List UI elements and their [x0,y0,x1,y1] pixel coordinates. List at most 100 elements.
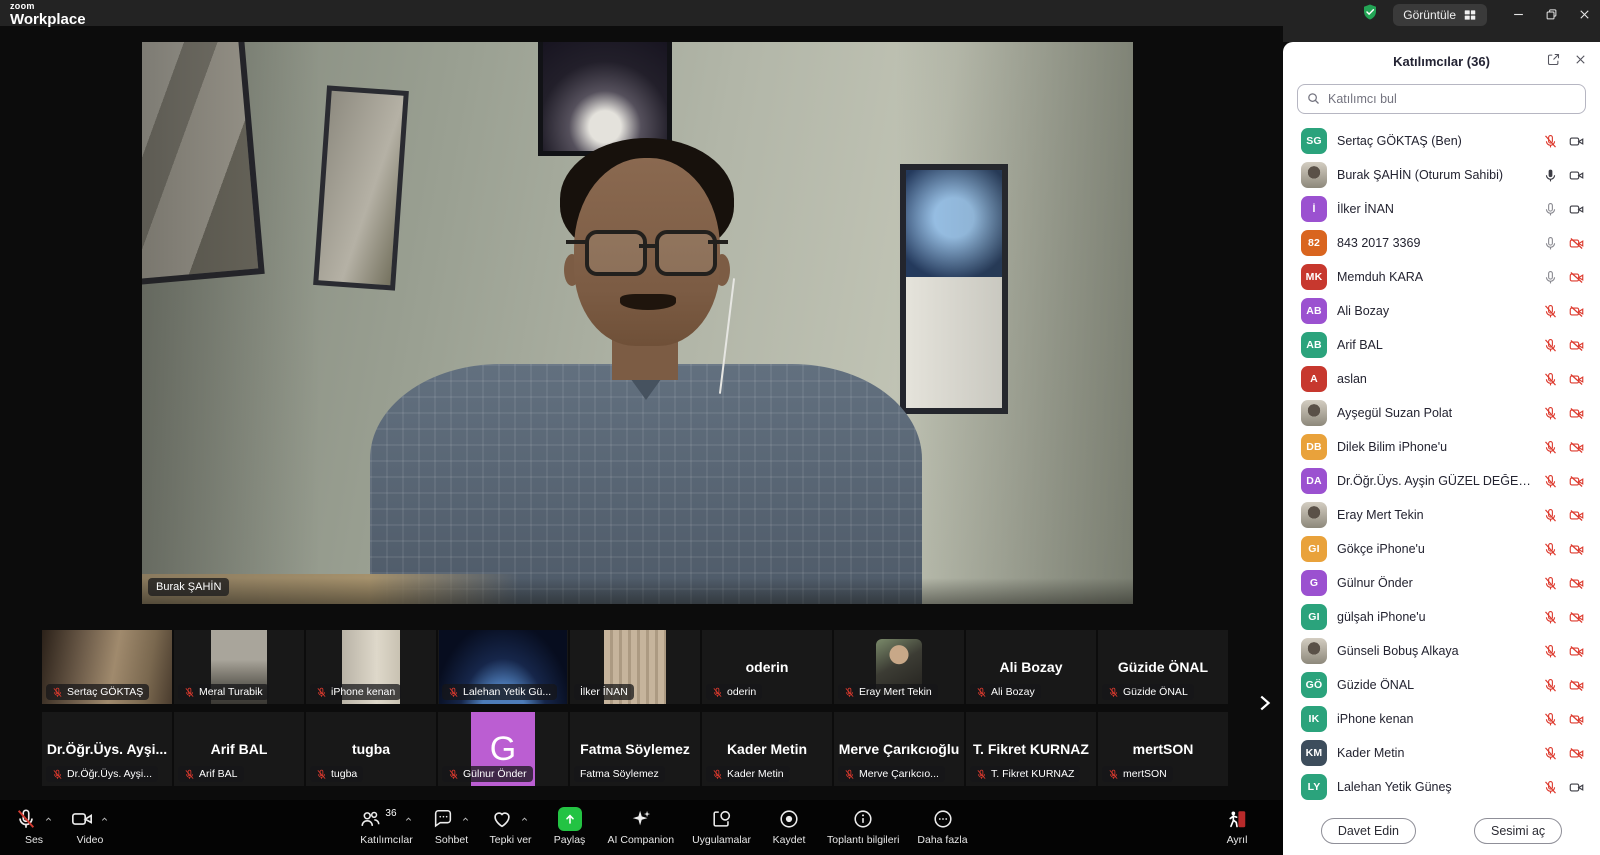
participant-row[interactable]: 82843 2017 3369 [1283,226,1600,260]
video-tile[interactable]: T. Fikret KURNAZT. Fikret KURNAZ [966,712,1096,786]
participant-avatar [1301,638,1327,664]
camera-off-icon [1569,304,1584,319]
mic-muted-icon [712,769,723,780]
glasses-lens [585,230,647,276]
video-tile[interactable]: Meral Turabik [174,630,304,704]
invite-button[interactable]: Davet Edin [1321,818,1416,844]
chat-icon [432,808,454,830]
toolbar-ai-companion[interactable]: AI Companion [608,807,675,846]
video-tile[interactable]: Sertaç GÖKTAŞ [42,630,172,704]
restore-icon[interactable] [1544,7,1559,22]
participant-avatar: DA [1301,468,1327,494]
video-tile[interactable]: Eray Mert Tekin [834,630,964,704]
video-tile[interactable]: Kader MetinKader Metin [702,712,832,786]
video-tile[interactable]: tugbatugba [306,712,436,786]
participant-row[interactable]: İİlker İNAN [1283,192,1600,226]
close-icon[interactable] [1577,7,1592,22]
video-tile[interactable]: İlker İNAN [570,630,700,704]
toolbar-record[interactable]: Kaydet [769,807,809,846]
tile-name-label: Gülnur Önder [442,766,533,782]
chat-chevron-up-icon[interactable] [460,814,471,825]
participant-name: Sertaç GÖKTAŞ (Ben) [1337,134,1533,148]
video-tile[interactable]: Arif BALArif BAL [174,712,304,786]
mic-icon [1543,236,1558,251]
participant-avatar: G [1301,570,1327,596]
participant-row[interactable]: G Gülnur Önder [1283,566,1600,600]
toolbar-reactions[interactable]: Tepki ver [490,807,532,846]
participant-row[interactable]: Ayşegül Suzan Polat [1283,396,1600,430]
mic-muted-icon [1108,687,1119,698]
participant-row[interactable]: Günseli Bobuş Alkaya [1283,634,1600,668]
video-chevron-up-icon[interactable] [99,814,110,825]
video-tile[interactable]: oderinoderin [702,630,832,704]
participant-row[interactable]: KMKader Metin [1283,736,1600,770]
audio-chevron-up-icon[interactable] [43,814,54,825]
video-tile[interactable]: Fatma SöylemezFatma Söylemez [570,712,700,786]
glasses-bridge [639,244,655,248]
participant-row[interactable]: IKiPhone kenan [1283,702,1600,736]
participant-avatar: KM [1301,740,1327,766]
participant-row[interactable]: DADr.Öğr.Üys. Ayşin GÜZEL DEĞER-M... [1283,464,1600,498]
mic-muted-icon [316,687,327,698]
participant-name: Arif BAL [1337,338,1533,352]
close-panel-icon[interactable] [1573,52,1588,67]
popout-panel-icon[interactable] [1546,52,1561,67]
toolbar-video[interactable]: Video [70,807,110,846]
toolbar-meeting-info[interactable]: Toplantı bilgileri [827,807,899,846]
toolbar-more[interactable]: Daha fazla [917,807,967,846]
tile-display-name: mertSON [1133,741,1194,757]
mic-muted-icon [184,687,195,698]
participant-row[interactable]: LYLalehan Yetik Güneş [1283,770,1600,804]
main-video-tile[interactable]: Burak ŞAHİN [142,42,1133,604]
participant-row[interactable]: Burak ŞAHİN (Oturum Sahibi) [1283,158,1600,192]
video-tile[interactable]: Merve ÇarıkcıoğluMerve Çarıkcıo... [834,712,964,786]
camera-on-icon [1569,202,1584,217]
tile-display-name: Fatma Söylemez [580,741,690,757]
participant-name: Gülnur Önder [1337,576,1533,590]
tile-display-name: T. Fikret KURNAZ [973,741,1089,757]
video-tile[interactable]: iPhone kenan [306,630,436,704]
mic-muted-icon [52,687,63,698]
video-tile[interactable]: Dr.Öğr.Üys. Ayşi...Dr.Öğr.Üys. Ayşi... [42,712,172,786]
toolbar-audio[interactable]: Ses [14,807,54,846]
participant-row[interactable]: Eray Mert Tekin [1283,498,1600,532]
participant-row[interactable]: Aaslan [1283,362,1600,396]
view-button[interactable]: Görüntüle [1393,4,1487,26]
minimize-icon[interactable] [1511,7,1526,22]
mic-muted-icon [1543,678,1558,693]
video-tile[interactable]: mertSONmertSON [1098,712,1228,786]
tile-display-name: Güzide ÖNAL [1118,659,1208,675]
record-icon [778,808,800,830]
toolbar-chat[interactable]: Sohbet [432,807,472,846]
participant-row[interactable]: GIGökçe iPhone'u [1283,532,1600,566]
video-tile[interactable]: Ali BozayAli Bozay [966,630,1096,704]
participant-row[interactable]: MKMemduh KARA [1283,260,1600,294]
mic-muted-icon [1543,542,1558,557]
reactions-chevron-up-icon[interactable] [519,814,530,825]
participant-name: 843 2017 3369 [1337,236,1533,250]
toolbar-apps[interactable]: Uygulamalar [692,807,751,846]
brand-workplace: Workplace [10,12,86,27]
participant-row[interactable]: GIgülşah iPhone'u [1283,600,1600,634]
video-tile[interactable]: Güzide ÖNALGüzide ÖNAL [1098,630,1228,704]
participant-row[interactable]: SGSertaç GÖKTAŞ (Ben) [1283,124,1600,158]
toolbar-leave[interactable]: Ayrıl [1217,807,1257,846]
participant-row[interactable]: DBDilek Bilim iPhone'u [1283,430,1600,464]
apps-label: Uygulamalar [692,834,751,846]
video-tile[interactable]: GGülnur Önder [438,712,568,786]
toolbar-share[interactable]: Paylaş [550,807,590,846]
tile-display-name: Kader Metin [727,741,807,757]
participant-name: İlker İNAN [1337,202,1533,216]
tile-name-label: oderin [706,684,762,700]
participants-chevron-up-icon[interactable] [403,814,414,825]
toolbar-participants[interactable]: 36Katılımcılar [359,807,413,846]
participant-name: Günseli Bobuş Alkaya [1337,644,1533,658]
participant-row[interactable]: GÖGüzide ÖNAL [1283,668,1600,702]
unmute-button[interactable]: Sesimi aç [1474,818,1562,844]
next-page-chevron-icon[interactable] [1250,690,1278,718]
participant-row[interactable]: ABAli Bozay [1283,294,1600,328]
participant-search-input[interactable] [1297,84,1586,114]
participant-row[interactable]: ABArif BAL [1283,328,1600,362]
filmstrip-row-2: Dr.Öğr.Üys. Ayşi...Dr.Öğr.Üys. Ayşi...Ar… [42,712,1228,786]
video-tile[interactable]: Lalehan Yetik Gü... [438,630,568,704]
